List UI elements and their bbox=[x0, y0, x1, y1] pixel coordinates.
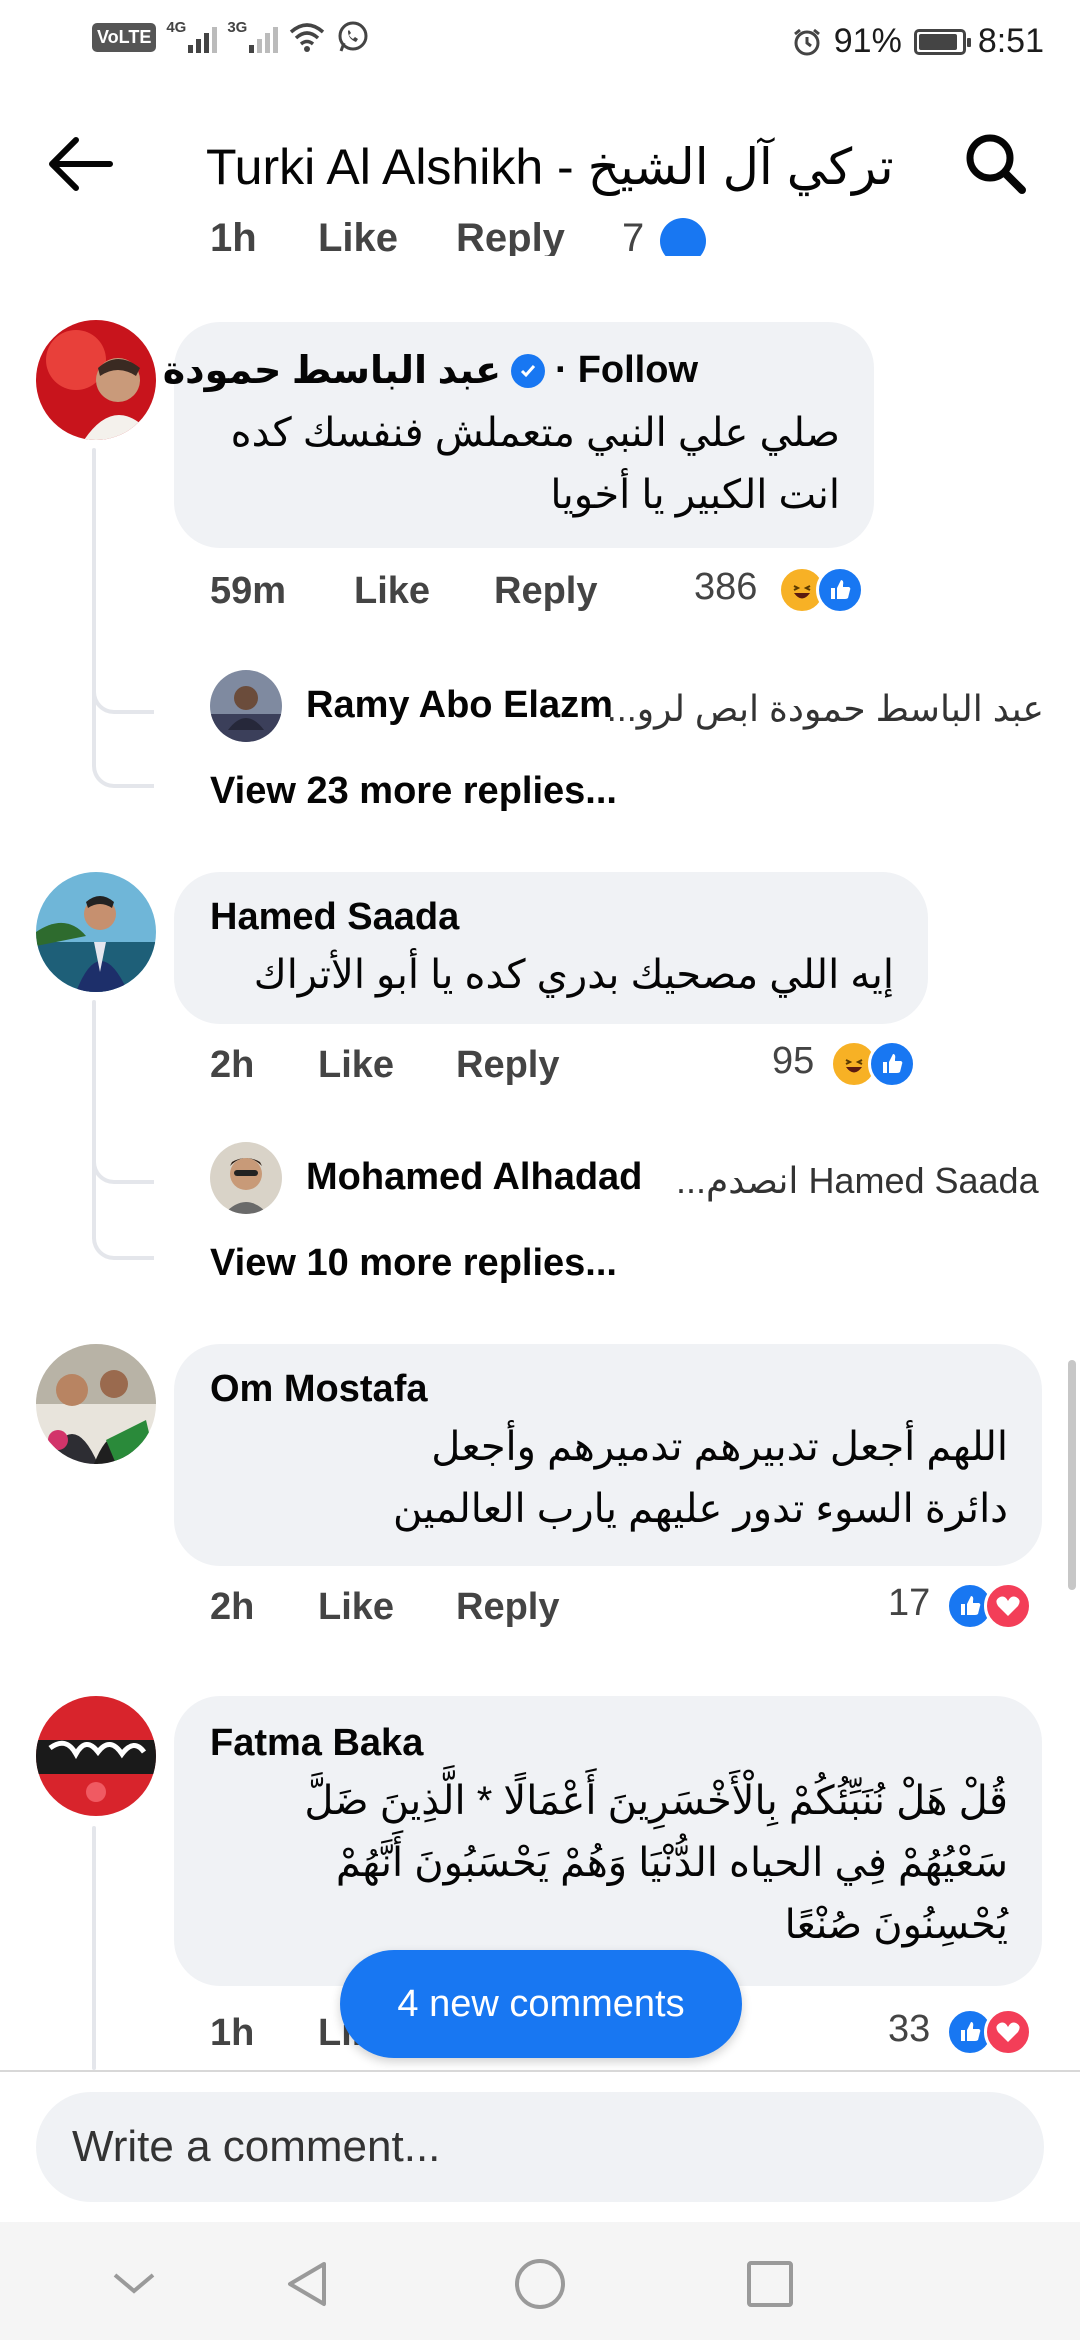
page-title: Turki Al Alshikh - تركي آل الشيخ bbox=[206, 139, 894, 195]
comment-author[interactable]: عبد الباسط حمودة bbox=[163, 348, 501, 393]
arrow-left-icon bbox=[49, 137, 113, 191]
reply-connector bbox=[92, 718, 154, 788]
reply-button[interactable]: Reply bbox=[494, 570, 597, 613]
love-reaction-icon bbox=[984, 2008, 1032, 2056]
reply-connector bbox=[92, 1134, 154, 1184]
like-button[interactable]: Like bbox=[318, 1044, 394, 1087]
comment-input[interactable] bbox=[36, 2092, 1044, 2202]
chevron-down-icon bbox=[113, 2273, 155, 2294]
comment-text: إيه اللي مصحيك بدري كده يا أبو الأتراك bbox=[253, 953, 894, 997]
volte-badge: VoLTE bbox=[92, 22, 157, 52]
scrollbar[interactable] bbox=[1068, 1360, 1076, 1590]
nav-back-button[interactable] bbox=[268, 2244, 348, 2324]
comment-time: 1h bbox=[210, 2012, 255, 2054]
thread-line bbox=[92, 1826, 96, 2070]
comment-time: 59m bbox=[210, 570, 287, 612]
reply-preview[interactable]: Hamed Saada انصدم... bbox=[676, 1160, 1044, 1202]
reply-avatar[interactable] bbox=[210, 1142, 282, 1214]
view-more-replies[interactable]: View 23 more replies... bbox=[210, 770, 617, 813]
nav-recents-icon bbox=[747, 2261, 793, 2307]
search-icon bbox=[966, 134, 1026, 194]
reply-author[interactable]: Mohamed Alhadad bbox=[306, 1156, 642, 1199]
collapse-nav-button[interactable] bbox=[94, 2244, 174, 2324]
status-right: 91% 8:51 bbox=[792, 22, 1044, 61]
wifi-icon bbox=[290, 23, 325, 52]
like-reaction-icon bbox=[868, 1040, 916, 1088]
verified-badge-icon bbox=[511, 353, 546, 388]
clock: 8:51 bbox=[977, 22, 1044, 60]
separator-dot: · bbox=[555, 349, 568, 391]
avatar[interactable] bbox=[36, 1696, 156, 1816]
status-bar: VoLTE 4G 3G 91% 8:51 bbox=[0, 0, 1080, 84]
nav-recents-button[interactable] bbox=[730, 2244, 810, 2324]
comment-composer bbox=[0, 2070, 1080, 2220]
search-button[interactable] bbox=[956, 124, 1036, 204]
signal-3g-icon: 3G bbox=[227, 19, 279, 53]
comment-text: صلي علي النبي متعملش فنفسك كده انت الكبي… bbox=[230, 411, 840, 517]
view-more-replies[interactable]: View 10 more replies... bbox=[210, 1242, 617, 1285]
author-row: عبد الباسط حمودة · Follow bbox=[163, 348, 698, 393]
nav-home-button[interactable] bbox=[500, 2244, 580, 2324]
battery-icon bbox=[913, 28, 971, 55]
comment-bubble: Hamed Saada إيه اللي مصحيك بدري كده يا أ… bbox=[174, 872, 928, 1024]
avatar[interactable] bbox=[36, 872, 156, 992]
reply-connector bbox=[92, 662, 154, 714]
comment-author[interactable]: Fatma Baka bbox=[210, 1722, 423, 1765]
reaction-count[interactable]: 17 bbox=[888, 1582, 930, 1625]
like-reaction-icon bbox=[660, 218, 706, 256]
back-button[interactable] bbox=[40, 124, 120, 204]
reply-avatar[interactable] bbox=[210, 670, 282, 742]
comment-author[interactable]: Om Mostafa bbox=[210, 1368, 427, 1411]
whatsapp-icon bbox=[338, 21, 368, 52]
reaction-count[interactable]: 33 bbox=[888, 2008, 930, 2051]
comment-text: اللهم أجعل تدبيرهم تدميرهم وأجعل دائرة ا… bbox=[392, 1425, 1008, 1531]
nav-home-icon bbox=[515, 2259, 565, 2309]
new-comments-button[interactable]: 4 new comments bbox=[340, 1950, 742, 2058]
reply-preview[interactable]: عبد الباسط حمودة ابص لرو... bbox=[607, 688, 1044, 730]
reply-connector bbox=[92, 1190, 154, 1260]
reaction-count[interactable]: 95 bbox=[772, 1040, 814, 1083]
previous-like-button[interactable]: Like bbox=[318, 216, 398, 256]
previous-reply-button[interactable]: Reply bbox=[456, 216, 565, 256]
alarm-icon bbox=[793, 28, 820, 55]
comment-text: قُلْ هَلْ نُنَبِّئُكُمْ بِالْأَخْسَرِينَ… bbox=[304, 1779, 1008, 1947]
status-left: VoLTE 4G 3G bbox=[92, 19, 370, 54]
like-reaction-icon bbox=[816, 566, 864, 614]
signal-4g-icon: 4G bbox=[166, 19, 218, 53]
reaction-count[interactable]: 386 bbox=[694, 566, 757, 609]
battery-percent: 91% bbox=[833, 22, 902, 60]
avatar[interactable] bbox=[36, 1344, 156, 1464]
comment-bubble: Om Mostafa اللهم أجعل تدبيرهم تدميرهم وأ… bbox=[174, 1344, 1042, 1566]
nav-back-icon bbox=[288, 2262, 326, 2306]
reaction-icons[interactable] bbox=[946, 2008, 1032, 2056]
comment-bubble: عبد الباسط حمودة · Follow صلي علي النبي … bbox=[163, 322, 874, 548]
follow-button[interactable]: Follow bbox=[578, 349, 698, 392]
comment-time: 2h bbox=[210, 1586, 255, 1628]
comment-author[interactable]: Hamed Saada bbox=[210, 896, 459, 939]
reaction-icons[interactable] bbox=[830, 1040, 916, 1088]
reply-button[interactable]: Reply bbox=[456, 1044, 559, 1087]
comment-time: 2h bbox=[210, 1044, 255, 1086]
reply-author[interactable]: Ramy Abo Elazm bbox=[306, 684, 613, 727]
system-nav-bar bbox=[0, 2222, 1080, 2340]
comment-bubble: Fatma Baka قُلْ هَلْ نُنَبِّئُكُمْ بِالْ… bbox=[174, 1696, 1042, 1986]
reaction-icons[interactable] bbox=[946, 1582, 1032, 1630]
avatar[interactable] bbox=[36, 320, 156, 440]
like-button[interactable]: Like bbox=[354, 570, 430, 613]
reaction-icons[interactable] bbox=[778, 566, 864, 614]
previous-reaction-count: 7 bbox=[622, 216, 645, 256]
previous-comment-time: 1h bbox=[210, 216, 257, 256]
reply-button[interactable]: Reply bbox=[456, 1586, 559, 1629]
previous-comment-actions: 1h Like Reply 7 bbox=[210, 200, 810, 256]
like-button[interactable]: Like bbox=[318, 1586, 394, 1629]
love-reaction-icon bbox=[984, 1582, 1032, 1630]
